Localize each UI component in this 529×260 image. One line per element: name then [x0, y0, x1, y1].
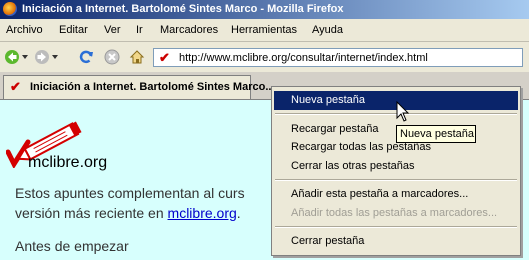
menu-ayuda[interactable]: Ayuda [312, 24, 343, 36]
intro-line-1: Estos apuntes complementan al curs [15, 185, 245, 201]
menu-item-anadir-todas-marcadores: Añadir todas las pestañas a marcadores..… [291, 207, 498, 219]
window-title: Iniciación a Internet. Bartolomé Sintes … [22, 3, 344, 15]
intro-paragraph: Estos apuntes complementan al curs versi… [15, 183, 245, 223]
mclibre-link[interactable]: mclibre.org [168, 205, 237, 221]
menu-item-cerrar-otras[interactable]: Cerrar las otras pestañas [274, 157, 518, 176]
mouse-cursor-icon [396, 101, 410, 122]
menu-item-anadir-marcador[interactable]: Añadir esta pestaña a marcadores... [274, 185, 518, 204]
reload-icon[interactable] [78, 49, 94, 65]
tab-current[interactable]: ✔ Iniciación a Internet. Bartolomé Sinte… [3, 75, 275, 99]
menu-marcadores[interactable]: Marcadores [160, 24, 218, 36]
intro-line-2: versión más reciente en mclibre.org. [15, 205, 241, 221]
back-dropdown-icon[interactable] [22, 54, 28, 60]
menu-item-cerrar-pestana[interactable]: Cerrar pestaña [274, 232, 518, 251]
menu-ir[interactable]: Ir [136, 24, 143, 36]
menu-separator [275, 226, 517, 228]
url-bar[interactable]: ✔ http://www.mclibre.org/consultar/inter… [153, 48, 523, 67]
title-bar: Iniciación a Internet. Bartolomé Sintes … [0, 0, 529, 19]
menu-herramientas[interactable]: Herramientas [231, 24, 297, 36]
tab-label: Iniciación a Internet. Bartolomé Sintes … [30, 81, 275, 93]
home-icon[interactable] [129, 49, 145, 65]
tooltip: Nueva pestaña [396, 125, 476, 143]
back-icon[interactable] [4, 49, 20, 65]
site-favicon-icon: ✔ [159, 50, 170, 65]
menu-ver[interactable]: Ver [104, 24, 121, 36]
menu-bar: Archivo Editar Ver Ir Marcadores Herrami… [0, 19, 529, 42]
menu-archivo[interactable]: Archivo [6, 24, 43, 36]
menu-editar[interactable]: Editar [59, 24, 88, 36]
menu-separator [275, 179, 517, 181]
section-heading: Antes de empezar [15, 238, 129, 254]
tab-favicon-icon: ✔ [10, 79, 21, 94]
forward-icon[interactable] [34, 49, 50, 65]
firefox-icon [3, 2, 17, 16]
forward-dropdown-icon[interactable] [52, 54, 58, 60]
stop-icon[interactable] [104, 49, 120, 65]
logo-text: mclibre.org [28, 154, 108, 171]
url-text[interactable]: http://www.mclibre.org/consultar/interne… [179, 52, 428, 64]
